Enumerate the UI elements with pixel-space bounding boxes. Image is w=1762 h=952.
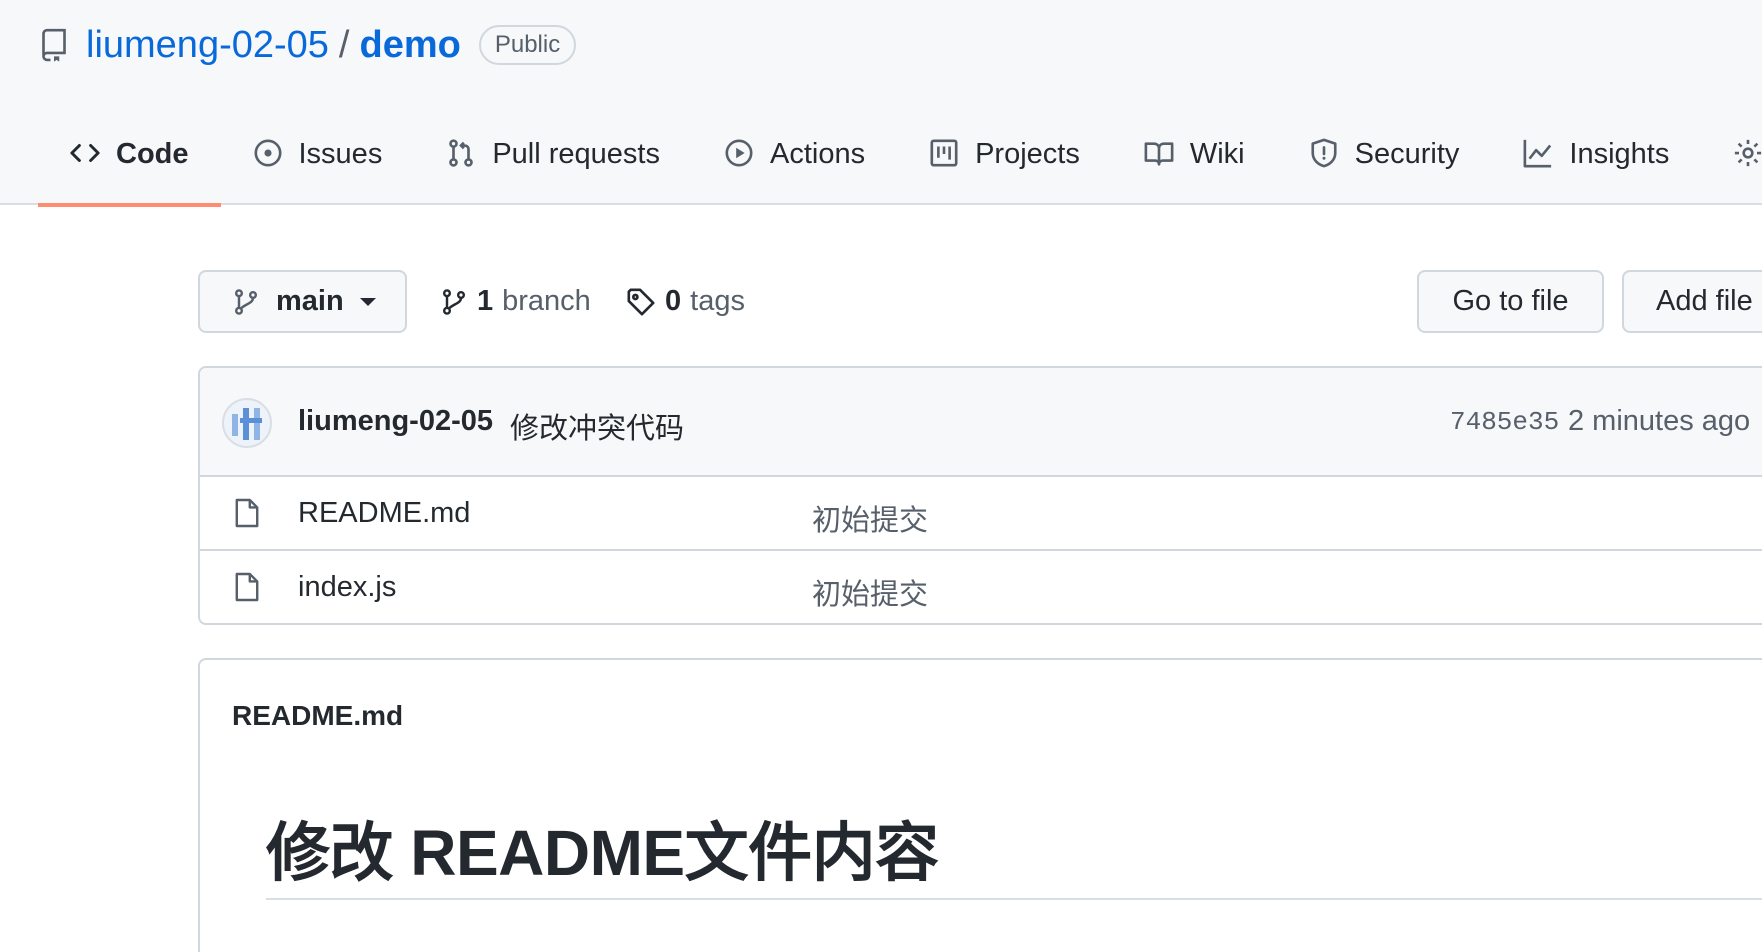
git-branch-icon <box>442 288 466 315</box>
commit-message-link[interactable]: 修改冲突代码 <box>510 405 684 447</box>
file-list: liumeng-02-05 修改冲突代码 7485e35 2 minutes a… <box>198 366 1762 625</box>
repo-title: liumeng-02-05 / demo Public <box>40 20 577 70</box>
book-icon <box>1144 142 1174 166</box>
file-name-link[interactable]: README.md <box>298 497 470 530</box>
tags-link[interactable]: 0 tags <box>626 270 745 333</box>
git-pull-request-icon <box>449 139 474 167</box>
gear-icon <box>1735 139 1762 167</box>
issue-opened-icon <box>254 139 281 167</box>
file-icon <box>235 498 259 528</box>
tab-actions[interactable]: Actions <box>692 118 897 205</box>
tab-wiki[interactable]: Wiki <box>1112 118 1277 205</box>
file-name-link[interactable]: index.js <box>298 571 396 604</box>
tab-pull-requests[interactable]: Pull requests <box>414 118 692 205</box>
tag-count: 0 <box>665 285 682 317</box>
repo-icon <box>40 28 70 62</box>
repo-path-separator: / <box>338 23 350 66</box>
commit-sha-link[interactable]: 7485e35 <box>1450 407 1559 437</box>
latest-commit-row: liumeng-02-05 修改冲突代码 7485e35 2 minutes a… <box>200 368 1762 477</box>
repo-owner-link[interactable]: liumeng-02-05 <box>86 24 329 67</box>
commit-time: 2 minutes ago <box>1568 405 1751 437</box>
tab-label: Insights <box>1569 138 1670 170</box>
tab-label: Code <box>116 138 189 170</box>
tag-icon <box>627 288 655 315</box>
add-file-button[interactable]: Add file <box>1622 270 1762 333</box>
repo-header: liumeng-02-05 / demo Public Code Issues … <box>0 0 1762 207</box>
tab-label: Projects <box>975 138 1080 170</box>
tab-security[interactable]: Security <box>1277 118 1492 205</box>
tab-label: Issues <box>298 138 383 170</box>
readme-panel: README.md 修改 README文件内容 <box>198 658 1762 952</box>
tab-label: Pull requests <box>492 138 660 170</box>
code-icon <box>70 144 100 162</box>
shield-icon <box>1311 138 1337 168</box>
tab-label: Wiki <box>1189 138 1245 170</box>
tab-issues[interactable]: Issues <box>221 118 415 205</box>
project-icon <box>930 139 958 167</box>
play-icon <box>725 139 753 167</box>
file-commit-message-link[interactable]: 初始提交 <box>812 571 928 613</box>
avatar[interactable] <box>222 398 272 448</box>
file-row[interactable]: index.js 初始提交 4 <box>200 551 1762 623</box>
chevron-down-icon <box>359 297 376 306</box>
branch-count: 1 <box>477 285 494 317</box>
file-row[interactable]: README.md 初始提交 <box>200 477 1762 551</box>
file-icon <box>235 572 259 602</box>
readme-heading-divider <box>266 898 1762 900</box>
git-branch-icon <box>234 288 258 315</box>
tab-settings[interactable] <box>1701 118 1762 205</box>
branch-select-button[interactable]: main <box>198 270 407 333</box>
file-commit-message-link[interactable]: 初始提交 <box>812 497 928 539</box>
commit-author-link[interactable]: liumeng-02-05 <box>298 405 493 438</box>
tab-code[interactable]: Code <box>38 118 221 207</box>
repo-nav-tabs: Code Issues Pull requests Actions Projec… <box>38 118 1762 207</box>
graph-icon <box>1523 139 1552 168</box>
visibility-badge: Public <box>478 25 577 65</box>
readme-filename: README.md <box>232 700 404 731</box>
tag-count-label: tags <box>690 285 745 317</box>
repo-name-link[interactable]: demo <box>359 24 460 67</box>
branch-name: main <box>276 285 344 317</box>
tab-projects[interactable]: Projects <box>897 118 1112 205</box>
tab-insights[interactable]: Insights <box>1491 118 1701 205</box>
tab-label: Actions <box>769 138 866 170</box>
tab-label: Security <box>1354 138 1460 170</box>
branch-toolbar: main 1 branch 0 tags Go to file Add file <box>198 270 1762 334</box>
go-to-file-button[interactable]: Go to file <box>1417 270 1604 333</box>
readme-heading: 修改 README文件内容 <box>266 817 939 889</box>
branches-link[interactable]: 1 branch <box>440 270 591 333</box>
branch-count-label: branch <box>502 285 591 317</box>
